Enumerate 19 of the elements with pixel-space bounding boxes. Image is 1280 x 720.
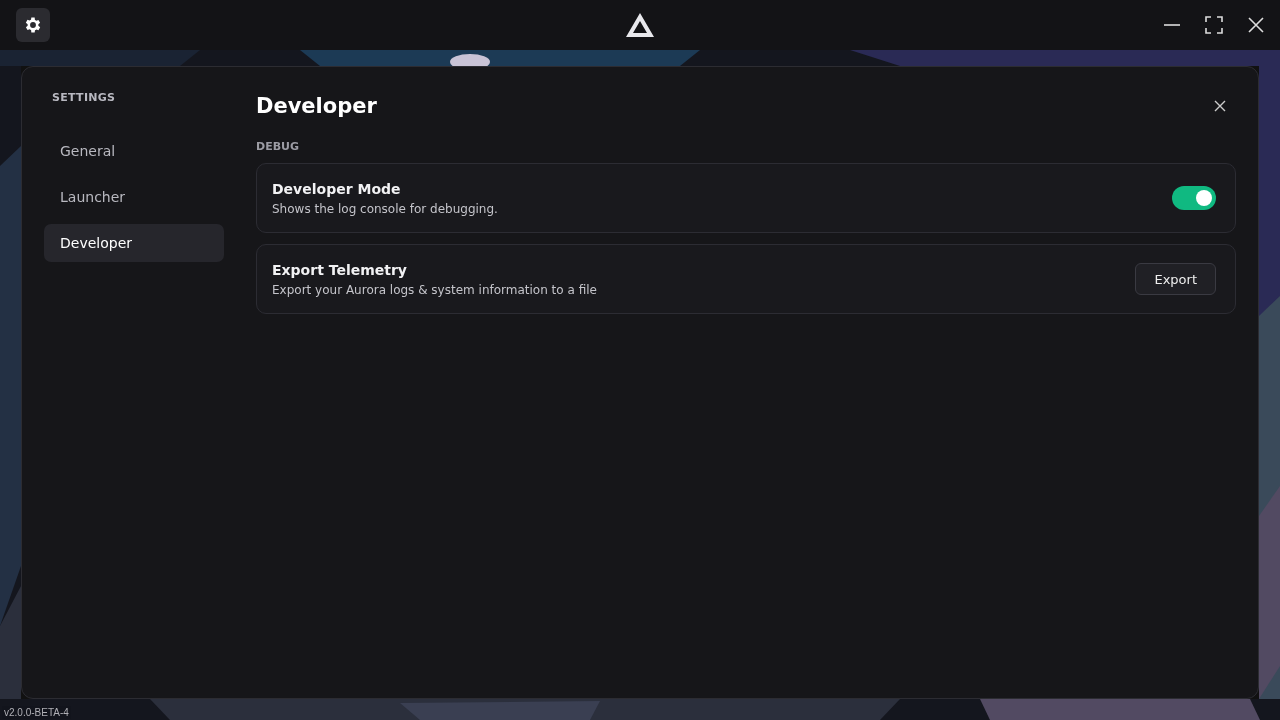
close-icon[interactable] — [1246, 15, 1266, 35]
sidebar-heading: SETTINGS — [51, 91, 117, 106]
settings-icon — [23, 15, 43, 35]
close-icon[interactable] — [1214, 100, 1226, 112]
export-button[interactable]: Export — [1135, 263, 1216, 295]
setting-description: Shows the log console for debugging. — [272, 201, 498, 216]
sidebar-item[interactable]: Launcher — [44, 178, 224, 216]
setting-title: Developer Mode — [272, 180, 402, 197]
setting-description: Export your Aurora logs & system information to a file — [272, 282, 597, 297]
page-title: Developer — [256, 94, 377, 118]
logo-icon — [626, 13, 654, 37]
version-label: v2.0.0-BETA-4 — [2, 706, 71, 719]
sidebar-item[interactable]: Developer — [44, 224, 224, 262]
sidebar-item[interactable]: General — [44, 132, 224, 170]
section-label: DEBUG — [256, 140, 300, 153]
settings-button[interactable] — [16, 8, 50, 42]
toggle-switch[interactable] — [1172, 186, 1216, 210]
setting-title: Export Telemetry — [272, 261, 408, 278]
fullscreen-icon[interactable] — [1204, 15, 1224, 35]
